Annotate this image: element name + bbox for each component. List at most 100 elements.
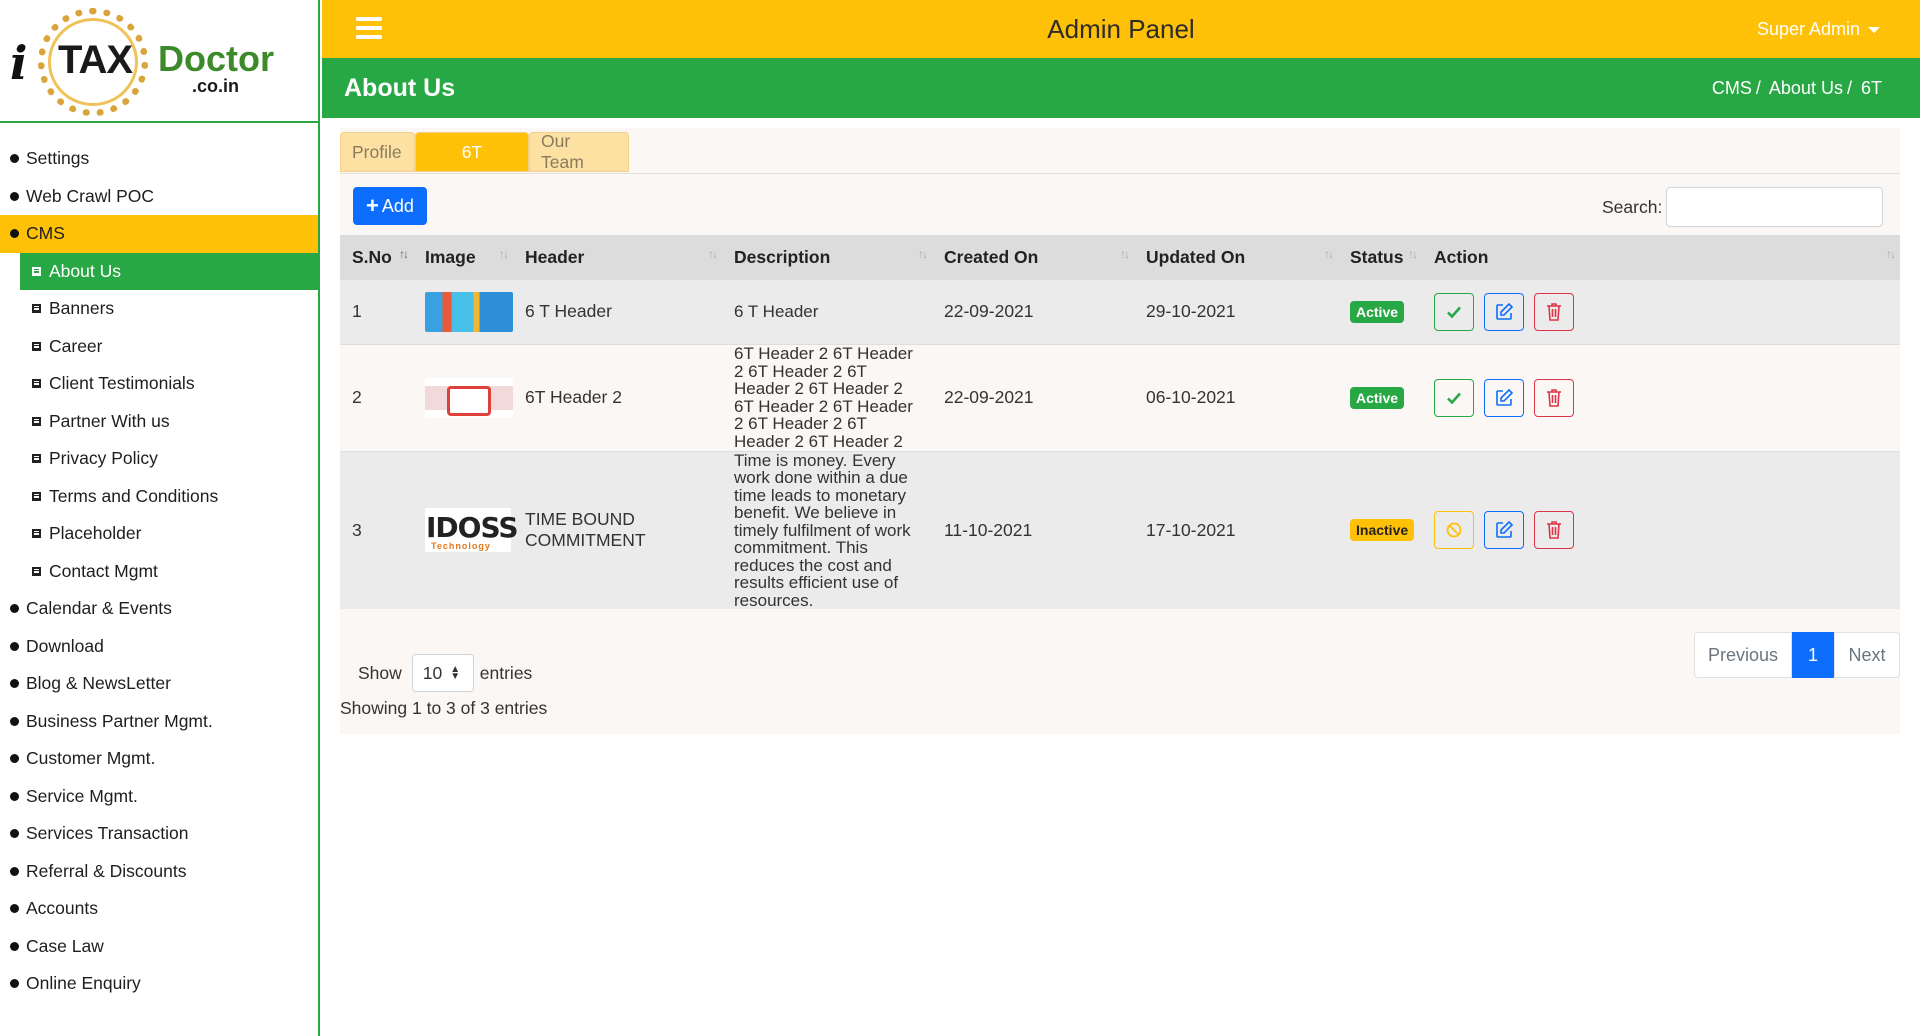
caret-down-icon: [1868, 27, 1880, 34]
col-created-on[interactable]: Created On ↑↓: [932, 235, 1134, 280]
logo[interactable]: i TAX Doctor .co.in: [0, 0, 318, 123]
sidebar-item-case-law[interactable]: Case Law: [0, 928, 318, 966]
col-updated-on[interactable]: Updated On ↑↓: [1134, 235, 1338, 280]
panel-title: Admin Panel: [1047, 14, 1195, 44]
cell-image: IDOSS Technology: [413, 450, 519, 609]
sidebar-item-customer-mgmt[interactable]: Customer Mgmt.: [0, 740, 318, 778]
sidebar-item-cms[interactable]: CMS: [0, 215, 318, 253]
cell-status: Active: [1338, 343, 1422, 451]
trash-icon: [1547, 302, 1561, 321]
sidebar: i TAX Doctor .co.in Settings Web Crawl P…: [0, 0, 320, 1036]
page-length-control: Show 10 ▲ ▼ entries: [358, 654, 532, 692]
pagination-next[interactable]: Next: [1834, 632, 1900, 678]
sidebar-item-calendar-events[interactable]: Calendar & Events: [0, 590, 318, 628]
deactivate-button[interactable]: [1434, 511, 1474, 550]
page-length-select[interactable]: 10 ▲ ▼: [411, 654, 474, 692]
sidebar-subitem-banners[interactable]: Banners: [0, 290, 318, 328]
col-action[interactable]: Action ↑↓: [1422, 235, 1900, 280]
edit-button[interactable]: [1484, 292, 1524, 331]
cell-header: TIME BOUND COMMITMENT: [513, 450, 722, 609]
breadcrumb: CMS / About Us/ 6T: [1712, 78, 1882, 99]
bullet-icon: [10, 979, 19, 989]
breadcrumb-cms[interactable]: CMS: [1712, 78, 1752, 98]
sidebar-item-web-crawl-poc[interactable]: Web Crawl POC: [0, 178, 318, 216]
activate-button[interactable]: [1434, 292, 1474, 331]
delete-button[interactable]: [1534, 511, 1574, 550]
pagination-page[interactable]: 1: [1792, 632, 1834, 678]
edit-button[interactable]: [1484, 378, 1524, 417]
sidebar-item-label: Customer Mgmt.: [26, 748, 156, 769]
tab-6t[interactable]: 6T: [415, 132, 529, 172]
list-icon: [32, 491, 41, 501]
delete-button[interactable]: [1534, 378, 1574, 417]
add-button[interactable]: + Add: [353, 187, 427, 225]
user-menu[interactable]: Super Admin: [1757, 19, 1880, 40]
cell-status: Active: [1338, 280, 1422, 344]
sidebar-subitem-partner-with-us[interactable]: Partner With us: [0, 403, 318, 441]
cell-created-on: 22-09-2021: [944, 301, 1034, 322]
sidebar-item-blog-newsletter[interactable]: Blog & NewsLetter: [0, 665, 318, 703]
tab-our-team[interactable]: Our Team: [529, 131, 629, 172]
sidebar-item-referral-discounts[interactable]: Referral & Discounts: [0, 853, 318, 891]
sidebar-item-accounts[interactable]: Accounts: [0, 890, 318, 928]
sidebar-subitem-career[interactable]: Career: [0, 328, 318, 366]
row-image-thumbnail: IDOSS Technology: [425, 508, 519, 553]
cell-action: [1422, 280, 1900, 344]
sidebar-item-label: Case Law: [26, 935, 104, 956]
logo-tax: TAX: [58, 38, 133, 82]
cell-image: [413, 343, 513, 451]
col-label: Action: [1434, 247, 1489, 267]
sidebar-item-label: Services Transaction: [26, 823, 189, 844]
cell-sno: 1: [352, 301, 362, 322]
col-image[interactable]: Image ↑↓: [413, 235, 513, 280]
sidebar-subitem-placeholder[interactable]: Placeholder: [0, 515, 318, 553]
sidebar-item-service-mgmt[interactable]: Service Mgmt.: [0, 778, 318, 816]
status-badge: Active: [1350, 300, 1405, 323]
col-label: Created On: [944, 247, 1039, 267]
sidebar-item-label: Banners: [49, 298, 115, 319]
col-sno[interactable]: S.No ↑↓: [340, 235, 413, 280]
list-icon: [32, 454, 41, 464]
sidebar-item-settings[interactable]: Settings: [0, 140, 318, 178]
table-row: 2 6T Header 2 6T Header 2 6T Header 2 6T…: [340, 343, 1900, 451]
table-header-row: S.No ↑↓ Image ↑↓ Header ↑↓ Description ↑↓ Cr…: [340, 235, 1900, 280]
tab-divider: [340, 173, 1900, 174]
cell-updated-on: 17-10-2021: [1134, 450, 1338, 609]
sidebar-item-download[interactable]: Download: [0, 628, 318, 666]
cell-header: 6T Header 2: [513, 343, 722, 451]
sidebar-item-label: About Us: [49, 260, 121, 281]
list-icon: [32, 529, 41, 539]
col-label: Status: [1350, 247, 1404, 267]
sidebar-item-online-enquiry[interactable]: Online Enquiry: [0, 965, 318, 1003]
col-header[interactable]: Header ↑↓: [513, 235, 722, 280]
activate-button[interactable]: [1434, 378, 1474, 417]
pagination-previous[interactable]: Previous: [1694, 632, 1792, 678]
tabs: Profile 6T Our Team: [340, 131, 629, 174]
col-status[interactable]: Status ↑↓: [1338, 235, 1422, 280]
breadcrumb-current: 6T: [1860, 78, 1882, 98]
col-label: Image: [425, 247, 476, 267]
delete-button[interactable]: [1534, 292, 1574, 331]
search-input[interactable]: [1666, 187, 1883, 227]
edit-icon: [1496, 302, 1514, 320]
sidebar-item-label: Download: [26, 635, 104, 656]
user-name: Super Admin: [1756, 19, 1860, 39]
table-info: Showing 1 to 3 of 3 entries: [340, 698, 548, 718]
sidebar-subitem-terms[interactable]: Terms and Conditions: [0, 478, 318, 516]
sidebar-subitem-privacy-policy[interactable]: Privacy Policy: [0, 440, 318, 478]
bullet-icon: [10, 229, 19, 239]
sidebar-item-business-partner[interactable]: Business Partner Mgmt.: [0, 703, 318, 741]
col-description[interactable]: Description ↑↓: [722, 235, 932, 280]
tab-profile[interactable]: Profile: [340, 132, 415, 172]
sidebar-item-services-transaction[interactable]: Services Transaction: [0, 815, 318, 853]
sort-icon: ↑↓: [1120, 247, 1130, 261]
breadcrumb-about-us[interactable]: About Us: [1769, 78, 1843, 98]
edit-button[interactable]: [1484, 511, 1524, 550]
sidebar-subitem-client-testimonials[interactable]: Client Testimonials: [0, 365, 318, 403]
sidebar-subitem-contact-mgmt[interactable]: Contact Mgmt: [0, 553, 318, 591]
cell-image: [413, 280, 513, 344]
pagination: Previous 1 Next: [1694, 632, 1900, 678]
sidebar-subitem-about-us[interactable]: About Us: [20, 252, 318, 290]
cell-action: [1422, 343, 1900, 451]
trash-icon: [1547, 388, 1561, 407]
